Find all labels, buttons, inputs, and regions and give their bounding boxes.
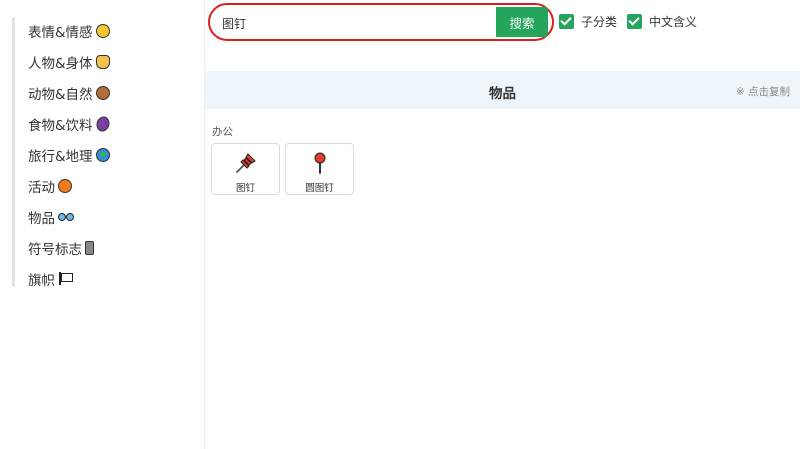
sidebar-item-label: 食物&饮料 — [28, 117, 93, 134]
mobile-phone-icon — [85, 240, 94, 255]
chinese-meaning-label: 中文含义 — [649, 15, 698, 29]
checkmark-icon — [627, 14, 642, 29]
search-box: 搜索 — [208, 3, 554, 41]
emoji-card-round-pushpin[interactable]: 圆图钉 — [285, 143, 354, 195]
search-input[interactable] — [222, 11, 492, 35]
section-title: 物品 — [489, 86, 516, 102]
subcategory-label: 子分类 — [581, 15, 618, 29]
sidebar-item-animals-nature[interactable]: 动物&自然 — [28, 77, 110, 108]
round-pushpin-icon — [314, 152, 325, 174]
emoji-card-pushpin[interactable]: 图钉 — [211, 143, 280, 195]
emoji-card-label: 图钉 — [235, 183, 255, 194]
clapping-hands-icon — [95, 54, 110, 69]
copy-hint: ※ 点击复制 — [735, 86, 790, 98]
sidebar-item-label: 人物&身体 — [28, 55, 93, 72]
sidebar-item-flags[interactable]: 旗帜 — [28, 263, 110, 294]
sidebar-item-smileys-emotion[interactable]: 表情&情感 — [28, 15, 110, 46]
glasses-icon — [58, 212, 74, 222]
pushpin-icon — [235, 153, 256, 173]
sidebar-item-travel-places[interactable]: 旅行&地理 — [28, 139, 110, 170]
eggplant-icon — [92, 113, 113, 134]
sidebar-item-label: 物品 — [28, 210, 55, 227]
sidebar-item-people-body[interactable]: 人物&身体 — [28, 46, 110, 77]
emoji-card-label: 圆图钉 — [305, 183, 334, 194]
sidebar-item-label: 活动 — [28, 179, 55, 196]
sidebar-item-label: 表情&情感 — [28, 24, 93, 41]
category-list: 表情&情感 人物&身体 动物&自然 食物&饮料 旅行&地理 活动 物品 符号标志… — [28, 15, 113, 294]
globe-icon — [95, 147, 110, 162]
sidebar-item-label: 动物&自然 — [28, 86, 93, 103]
section-header: 物品 ※ 点击复制 — [205, 71, 800, 109]
smiling-face-icon — [95, 23, 110, 38]
jack-o-lantern-icon — [58, 178, 72, 193]
category-sidebar: 表情&情感 人物&身体 动物&自然 食物&饮料 旅行&地理 活动 物品 符号标志… — [0, 0, 205, 449]
search-button[interactable]: 搜索 — [496, 7, 548, 37]
sidebar-item-activities[interactable]: 活动 — [28, 170, 110, 201]
white-flag-icon — [58, 272, 73, 285]
sidebar-item-label: 旗帜 — [28, 272, 55, 289]
sidebar-item-label: 旅行&地理 — [28, 148, 93, 165]
subcategory-title: 办公 — [212, 126, 233, 138]
chinese-meaning-checkbox[interactable]: 中文含义 — [627, 13, 697, 30]
sidebar-item-food-drink[interactable]: 食物&饮料 — [28, 108, 113, 139]
sidebar-item-objects[interactable]: 物品 — [28, 201, 110, 232]
subcategory-checkbox[interactable]: 子分类 — [559, 13, 617, 30]
monkey-face-icon — [95, 85, 110, 100]
checkmark-icon — [559, 14, 574, 29]
sidebar-item-label: 符号标志 — [28, 241, 82, 258]
sidebar-item-symbols[interactable]: 符号标志 — [28, 232, 110, 263]
sidebar-scroll-indicator — [12, 17, 15, 287]
result-list: 图钉 圆图钉 — [211, 143, 354, 195]
